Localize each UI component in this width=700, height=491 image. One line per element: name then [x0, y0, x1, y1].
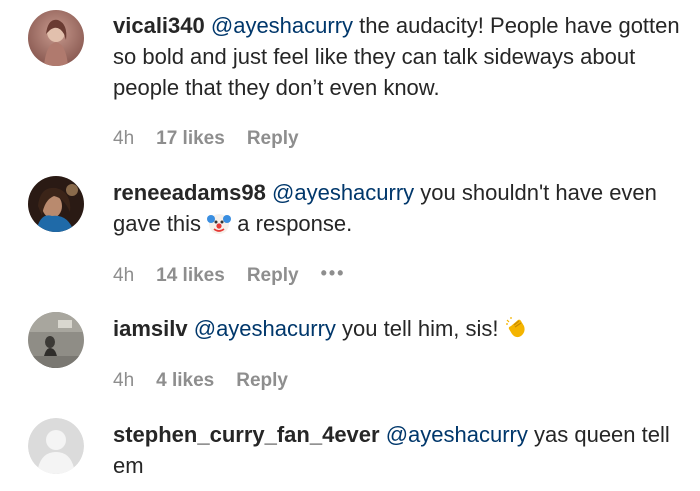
likes-count[interactable]: 17 likes: [156, 128, 225, 149]
comment-username[interactable]: reneeadams98: [113, 180, 266, 205]
comment-meta: 4h 14 likes Reply •••: [113, 263, 367, 287]
reply-button[interactable]: Reply: [247, 265, 299, 286]
reply-button[interactable]: Reply: [247, 128, 299, 149]
reply-button[interactable]: Reply: [236, 370, 288, 391]
comment-text: vicali340 @ayeshacurry the audacity! Peo…: [113, 10, 688, 103]
comment-body-end: a response.: [231, 211, 353, 236]
avatar[interactable]: [28, 312, 84, 368]
avatar[interactable]: [28, 176, 84, 232]
clapping-hands-emoji-icon: [505, 316, 529, 348]
comment-text: iamsilv @ayeshacurry you tell him, sis!: [113, 313, 688, 348]
comment-text: stephen_curry_fan_4ever @ayeshacurry yas…: [113, 419, 688, 481]
comment-meta: 4h 4 likes Reply: [113, 370, 310, 392]
avatar[interactable]: [28, 10, 84, 66]
comment-time: 4h: [113, 265, 135, 286]
comment-username[interactable]: stephen_curry_fan_4ever: [113, 422, 380, 447]
comment-username[interactable]: iamsilv: [113, 316, 188, 341]
comment-mention[interactable]: @ayeshacurry: [211, 13, 353, 38]
comment-body: you tell him, sis!: [335, 316, 505, 341]
comment-text: reneeadams98 @ayeshacurry you shouldn't …: [113, 177, 688, 243]
more-options-icon[interactable]: •••: [321, 263, 346, 283]
comment-mention[interactable]: @ayeshacurry: [272, 180, 414, 205]
clown-face-emoji-icon: [207, 211, 232, 243]
comment-meta: 4h 17 likes Reply: [113, 128, 321, 150]
comment-time: 4h: [113, 370, 135, 391]
comment-mention[interactable]: @ayeshacurry: [194, 316, 336, 341]
comment-username[interactable]: vicali340: [113, 13, 205, 38]
comment-time: 4h: [113, 128, 135, 149]
likes-count[interactable]: 14 likes: [156, 265, 225, 286]
comment-mention[interactable]: @ayeshacurry: [386, 422, 528, 447]
default-avatar-icon[interactable]: [28, 418, 84, 474]
likes-count[interactable]: 4 likes: [156, 370, 214, 391]
